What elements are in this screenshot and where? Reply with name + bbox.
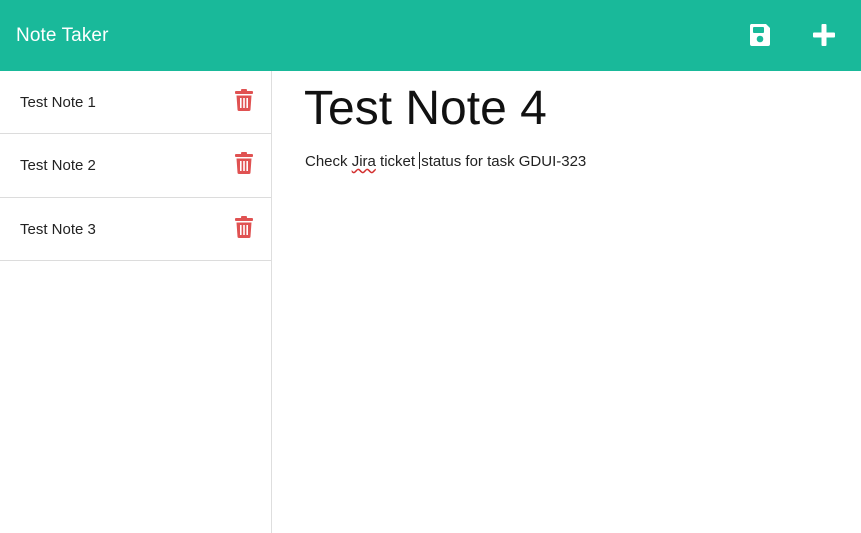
new-note-button[interactable] [809, 20, 839, 50]
body-text: Check [305, 153, 352, 170]
trash-icon[interactable] [235, 216, 253, 238]
list-item[interactable]: Test Note 3 [0, 198, 271, 261]
note-body-textarea[interactable]: Check Jira ticket status for task GDUI-3… [305, 152, 586, 170]
note-title-label: Test Note 1 [20, 93, 96, 111]
plus-icon [813, 24, 835, 46]
save-icon [749, 24, 770, 46]
app-title[interactable]: Note Taker [16, 25, 109, 47]
top-navbar: Note Taker [0, 0, 861, 71]
note-editor: Check Jira ticket status for task GDUI-3… [273, 71, 861, 533]
note-title-label: Test Note 3 [20, 220, 96, 238]
trash-icon[interactable] [235, 89, 253, 111]
misspelled-word: Jira [351, 153, 376, 170]
notes-list: Test Note 1 Test Note 2 Test Note 3 [0, 71, 272, 533]
note-title-label: Test Note 2 [20, 157, 96, 174]
trash-icon[interactable] [235, 152, 253, 174]
list-item[interactable]: Test Note 2 [0, 134, 271, 198]
note-title-input[interactable] [304, 81, 844, 136]
save-note-button[interactable] [745, 20, 775, 50]
list-item[interactable]: Test Note 1 [0, 71, 271, 134]
body-text: status for task GDUI-323 [421, 153, 587, 170]
body-text: ticket [375, 153, 420, 170]
